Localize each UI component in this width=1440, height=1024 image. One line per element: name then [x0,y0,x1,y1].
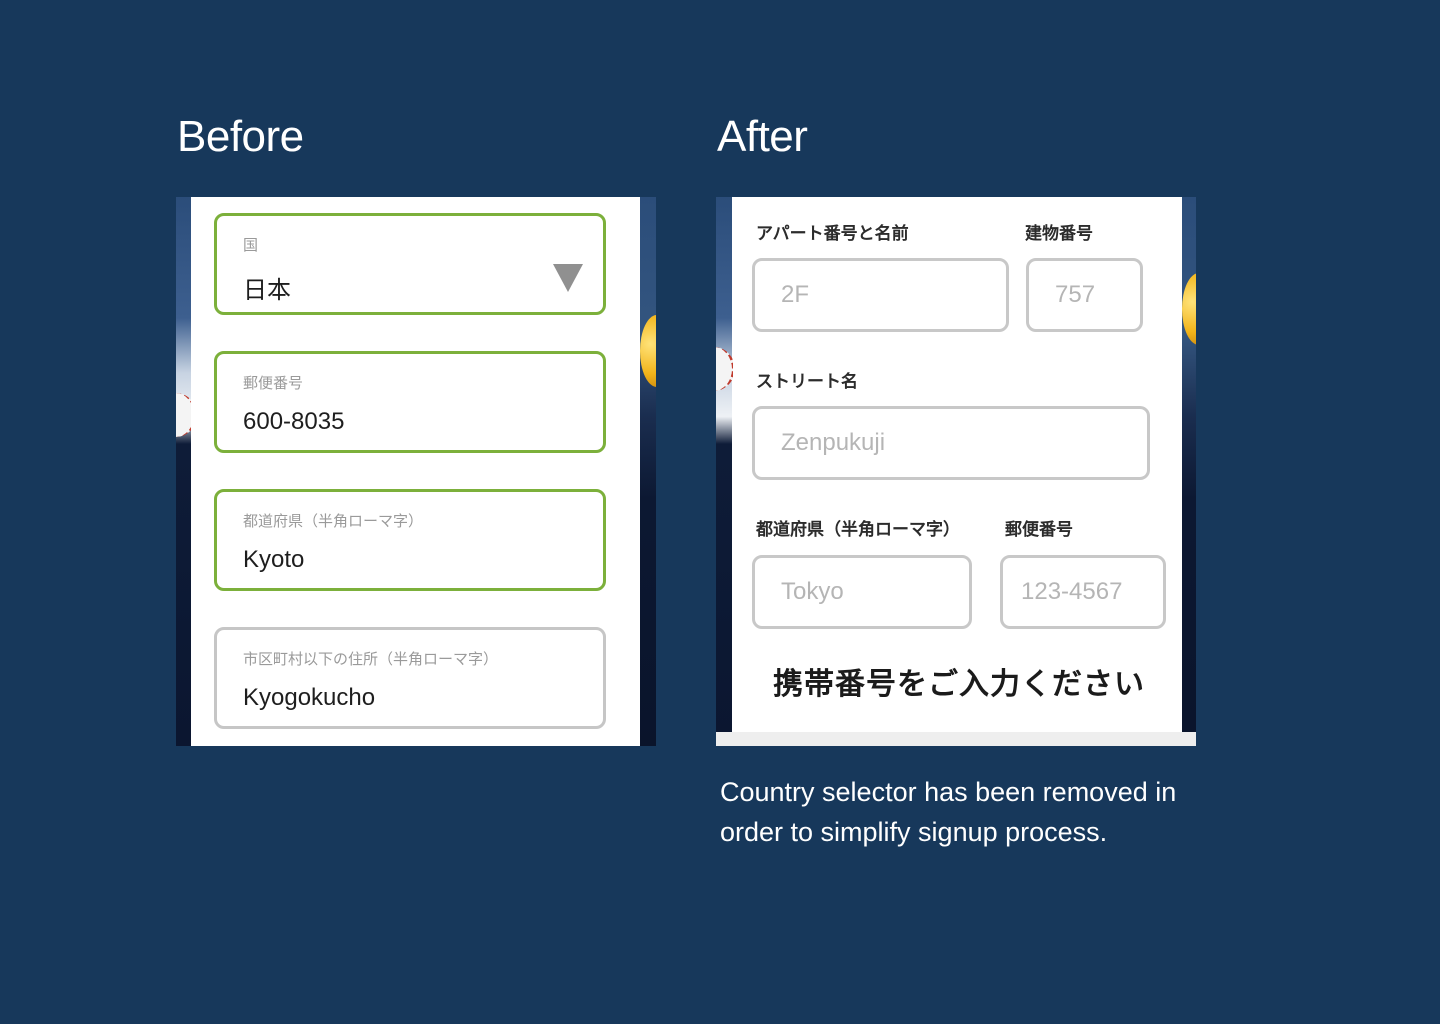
country-select[interactable]: 国 日本 [214,213,606,315]
apartment-label: アパート番号と名前 [756,224,909,244]
country-label: 国 [243,236,259,254]
postal-code-value: 600-8035 [243,408,345,435]
prefecture-value: Kyoto [243,546,305,573]
country-value: 日本 [243,277,291,304]
postal-code-input[interactable]: 123-4567 [1000,555,1166,629]
prefecture-field[interactable]: 都道府県（半角ローマ字） Kyoto [214,489,606,591]
street-label: ストリート名 [756,372,858,392]
before-heading: Before [177,112,304,161]
building-number-input[interactable]: 757 [1026,258,1143,332]
postal-code-label: 郵便番号 [1005,520,1073,540]
background-art-right [640,197,656,746]
dropdown-arrow-icon[interactable] [553,264,583,292]
background-art-left [176,197,192,746]
postal-code-label: 郵便番号 [243,374,304,392]
background-art-left [716,197,732,746]
street-input[interactable]: Zenpukuji [752,406,1150,480]
prefecture-label: 都道府県（半角ローマ字） [243,512,424,530]
building-number-label: 建物番号 [1025,224,1093,244]
after-screenshot: アパート番号と名前 建物番号 2F 757 ストリート名 Zenpukuji 都… [716,197,1196,746]
city-address-value: Kyogokucho [243,684,376,711]
after-heading: After [717,112,808,161]
before-screenshot: 国 日本 郵便番号 600-8035 都道府県（半角ローマ字） Kyoto 市区… [176,197,656,746]
city-address-label: 市区町村以下の住所（半角ローマ字） [243,650,499,668]
prefecture-input[interactable]: Tokyo [752,555,972,629]
phone-number-heading: 携帯番号をご入力ください [773,667,1145,702]
prefecture-label: 都道府県（半角ローマ字） [756,520,960,540]
bottom-bar [716,732,1196,746]
city-address-field[interactable]: 市区町村以下の住所（半角ローマ字） Kyogokucho [214,627,606,729]
caption: Country selector has been removed in ord… [720,777,1177,847]
postal-code-field[interactable]: 郵便番号 600-8035 [214,351,606,453]
apartment-input[interactable]: 2F [752,258,1009,332]
